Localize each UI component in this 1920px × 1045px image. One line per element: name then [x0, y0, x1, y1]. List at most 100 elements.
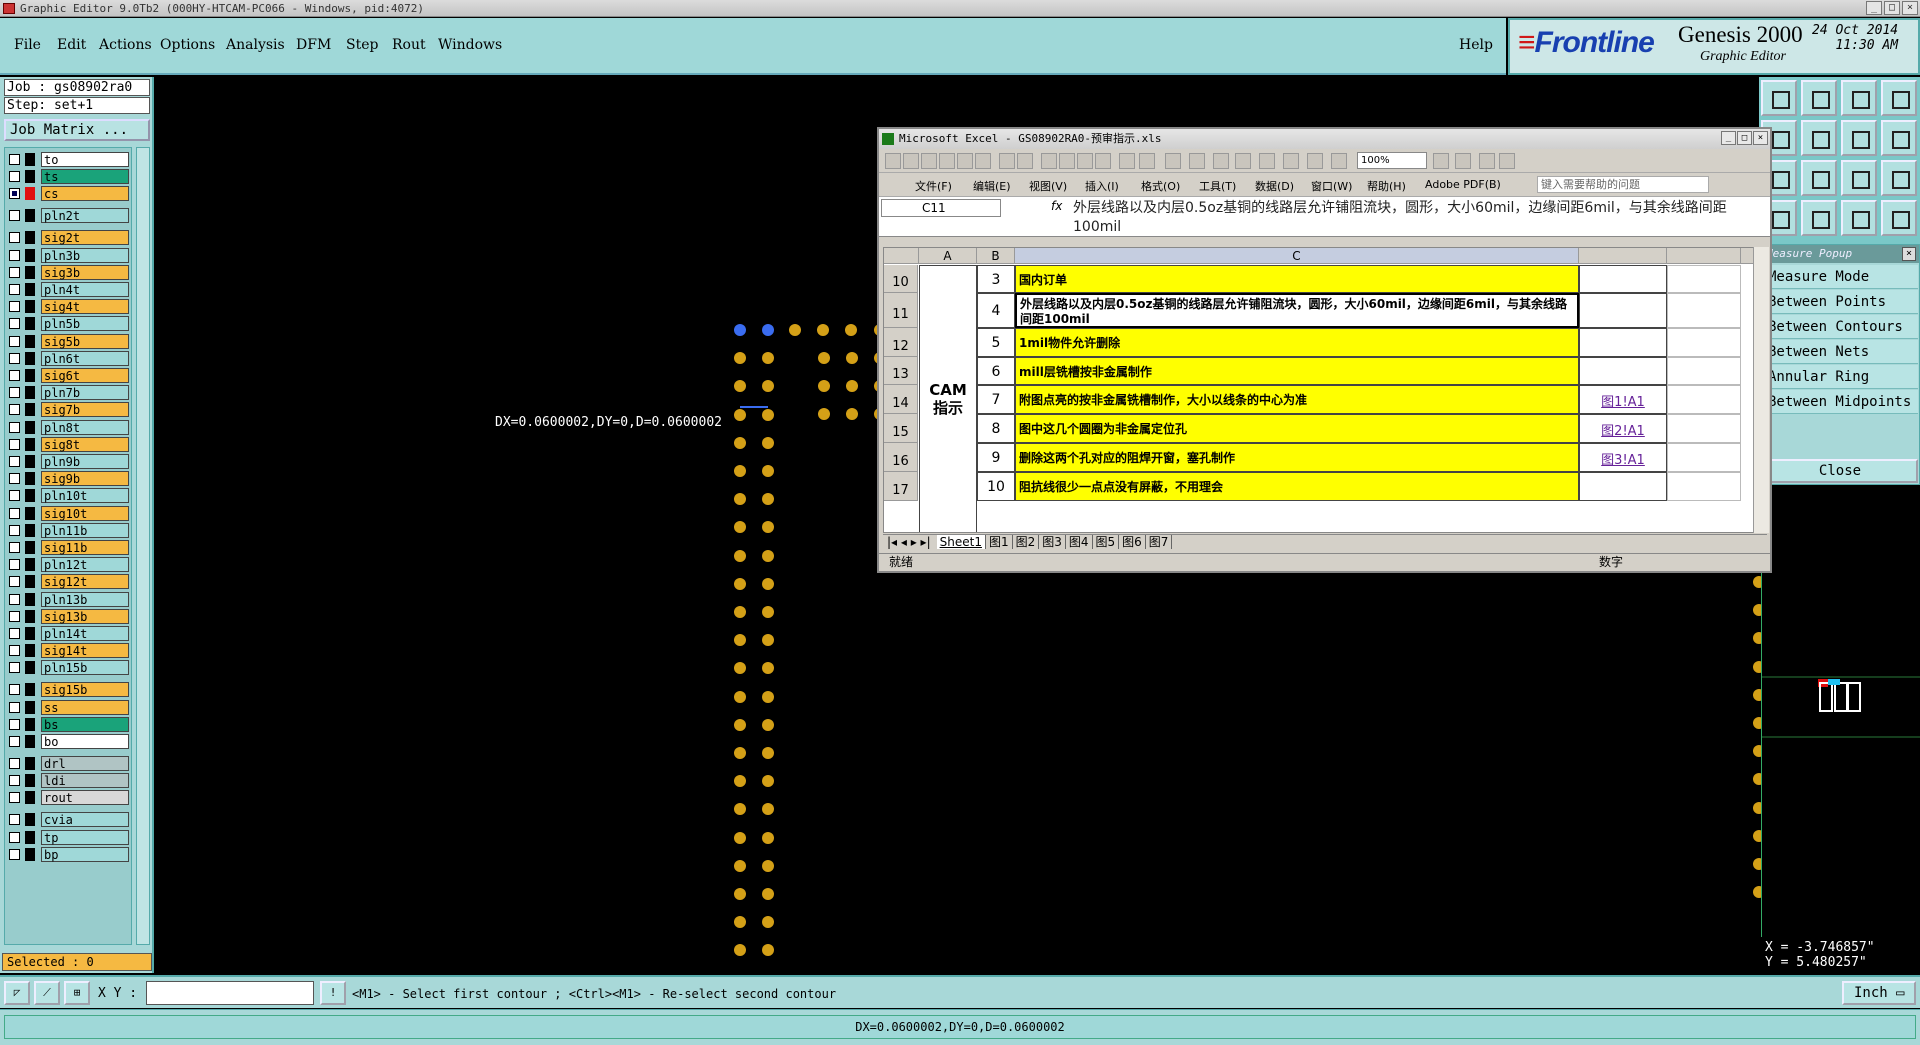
pad[interactable]	[818, 408, 830, 420]
cell-d[interactable]	[1579, 472, 1667, 501]
tool-button[interactable]	[1841, 160, 1877, 196]
pad[interactable]	[845, 324, 858, 336]
sheet-tab[interactable]: 图6	[1119, 535, 1146, 549]
between-nets-option[interactable]: Between Nets	[1762, 340, 1918, 364]
cell-e[interactable]	[1667, 414, 1741, 443]
cell-d[interactable]	[1579, 357, 1667, 385]
layer-row-ss[interactable]: ss	[7, 699, 131, 715]
layer-checkbox[interactable]	[9, 318, 20, 330]
popup-close-icon[interactable]: ×	[1902, 247, 1916, 261]
pad[interactable]	[734, 436, 746, 449]
cell-e[interactable]	[1667, 265, 1741, 293]
cell-e[interactable]	[1667, 443, 1741, 472]
xy-input[interactable]	[146, 981, 314, 1005]
pad[interactable]	[762, 521, 774, 534]
excel-toolbar-button[interactable]	[1017, 153, 1033, 169]
layer-name[interactable]: pln3b	[41, 247, 129, 263]
excel-toolbar-button[interactable]	[1119, 153, 1135, 169]
column-header-b[interactable]: B	[977, 248, 1015, 264]
layer-row-bp[interactable]: bp	[7, 846, 131, 862]
menu-edit[interactable]: Edit	[57, 37, 86, 53]
layer-list-scrollbar[interactable]	[136, 147, 150, 945]
layer-row-sig3b[interactable]: sig3b	[7, 264, 131, 280]
layer-checkbox[interactable]	[9, 831, 20, 843]
close-button[interactable]: ×	[1902, 1, 1918, 15]
tool-button[interactable]	[1761, 80, 1797, 116]
layer-checkbox[interactable]	[9, 490, 20, 502]
layer-checkbox[interactable]	[9, 718, 20, 730]
excel-toolbar-button[interactable]	[1139, 153, 1155, 169]
sheet-tab[interactable]: 图7	[1145, 535, 1173, 549]
job-matrix-button[interactable]: Job Matrix ...	[4, 119, 150, 141]
layer-name[interactable]: drl	[41, 756, 129, 771]
cell-e[interactable]	[1667, 328, 1741, 357]
sheet-tab[interactable]: 图3	[1039, 535, 1066, 549]
layer-row-sig5b[interactable]: sig5b	[7, 333, 131, 349]
layer-row-pln9b[interactable]: pln9b	[7, 454, 131, 469]
layer-row-ldi[interactable]: ldi	[7, 773, 131, 789]
pad[interactable]	[734, 493, 746, 506]
pad[interactable]	[762, 690, 774, 703]
layer-checkbox[interactable]	[9, 848, 20, 860]
pad[interactable]	[734, 380, 746, 393]
layer-checkbox[interactable]	[9, 559, 20, 571]
layer-name[interactable]: sig7b	[41, 402, 129, 418]
pad[interactable]	[762, 634, 774, 647]
grid-tool-button[interactable]: ⊞	[64, 981, 90, 1005]
annular-ring-option[interactable]: Annular Ring	[1762, 365, 1918, 389]
pad[interactable]	[734, 831, 746, 844]
pad[interactable]	[762, 380, 774, 393]
layer-row-sig13b[interactable]: sig13b	[7, 608, 131, 624]
sheet-tab[interactable]: Sheet1	[936, 535, 986, 549]
menu-analysis[interactable]: Analysis	[226, 37, 285, 53]
pad[interactable]	[762, 916, 774, 929]
excel-maximize-button[interactable]: □	[1737, 131, 1752, 145]
pad[interactable]	[762, 944, 774, 957]
excel-toolbar-button[interactable]	[1059, 153, 1075, 169]
layer-name[interactable]: bo	[41, 734, 129, 749]
menu-rout[interactable]: Rout	[392, 37, 426, 53]
column-header-e[interactable]	[1667, 248, 1741, 264]
row-header[interactable]: 12	[884, 328, 918, 357]
overview-canvas[interactable]	[1761, 487, 1920, 937]
layer-row-drl[interactable]: drl	[7, 756, 131, 771]
layer-name[interactable]: sig6t	[41, 368, 129, 383]
layer-name[interactable]: rout	[41, 790, 129, 806]
layer-checkbox[interactable]	[9, 736, 20, 747]
pad[interactable]	[734, 803, 746, 816]
name-box[interactable]: C11	[881, 199, 1001, 217]
layer-row-sig11b[interactable]: sig11b	[7, 540, 131, 555]
pad[interactable]	[734, 352, 746, 365]
cell-e[interactable]	[1667, 385, 1741, 414]
cell-c[interactable]: 1mil物件允许删除	[1015, 328, 1579, 357]
sheet-nav-buttons[interactable]: |◂ ◂ ▸ ▸|	[887, 535, 931, 549]
layer-checkbox[interactable]	[9, 301, 20, 313]
excel-toolbar-button[interactable]	[1283, 153, 1299, 169]
cell-b[interactable]: 4	[977, 293, 1015, 328]
layer-row-to[interactable]: to	[7, 152, 131, 167]
layer-name[interactable]: pln8t	[41, 419, 129, 435]
formula-input[interactable]: 外层线路以及内层0.5oz基铜的线路层允许铺阻流块，圆形，大小60mil，边缘间…	[1069, 197, 1769, 237]
tool-button[interactable]	[1801, 200, 1837, 236]
excel-toolbar-button[interactable]	[921, 153, 937, 169]
minimize-button[interactable]: _	[1866, 1, 1882, 15]
tool-button[interactable]	[1881, 120, 1917, 156]
cell-c[interactable]: 删除这两个孔对应的阻焊开窗，塞孔制作	[1015, 443, 1579, 472]
layer-name[interactable]: pln15b	[41, 660, 129, 676]
layer-row-cs[interactable]: cs	[7, 186, 131, 202]
layer-row-sig12t[interactable]: sig12t	[7, 574, 131, 590]
excel-menu-data[interactable]: 数据(D)	[1255, 178, 1294, 194]
cell-b[interactable]: 5	[977, 328, 1015, 357]
excel-menu-file[interactable]: 文件(F)	[915, 178, 952, 194]
layer-row-sig14t[interactable]: sig14t	[7, 643, 131, 659]
pad[interactable]	[762, 775, 774, 788]
layer-name[interactable]: pln4t	[41, 282, 129, 297]
info-button[interactable]: !	[320, 981, 346, 1005]
pad[interactable]	[762, 408, 774, 421]
menu-step[interactable]: Step	[346, 37, 378, 53]
excel-toolbar-button[interactable]	[1041, 153, 1057, 169]
layer-checkbox[interactable]	[9, 792, 20, 804]
cell-c[interactable]: 国内订单	[1015, 265, 1579, 293]
cell-c[interactable]: 附图点亮的按非金属铣槽制作，大小以线条的中心为准	[1015, 385, 1579, 414]
layer-name[interactable]: pln11b	[41, 522, 129, 538]
